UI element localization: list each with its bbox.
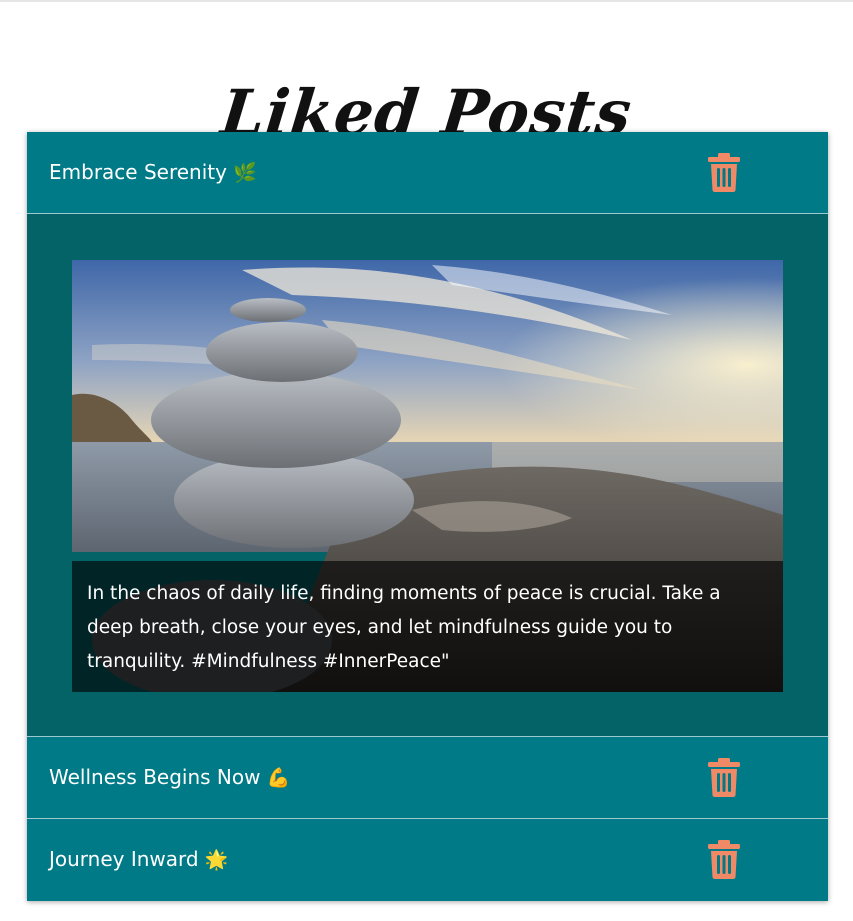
trash-icon [708,758,740,797]
glowing-star-emoji-icon: 🌟 [204,849,229,871]
post-caption: In the chaos of daily life, finding mome… [72,561,783,692]
trash-icon [708,153,740,192]
post-header-journey-inward[interactable]: Journey Inward 🌟 [27,819,828,901]
delete-post-button[interactable] [707,757,741,797]
post-title: Embrace Serenity 🌿 [49,132,257,214]
post-title-text: Embrace Serenity [49,160,227,184]
flexed-bicep-emoji-icon: 💪 [266,767,291,789]
post-title: Wellness Begins Now 💪 [49,737,290,819]
post-header-wellness-begins-now[interactable]: Wellness Begins Now 💪 [27,737,828,819]
trash-icon [708,840,740,879]
post-title-text: Journey Inward [49,847,199,871]
top-divider [0,0,853,2]
liked-posts-accordion: Embrace Serenity 🌿 In the chaos of daily… [27,132,828,901]
post-title-text: Wellness Begins Now [49,765,261,789]
post-image: In the chaos of daily life, finding mome… [72,260,783,692]
post-header-embrace-serenity[interactable]: Embrace Serenity 🌿 [27,132,828,214]
post-title: Journey Inward 🌟 [49,819,228,901]
herb-emoji-icon: 🌿 [232,162,257,184]
post-body-embrace-serenity: In the chaos of daily life, finding mome… [27,214,828,737]
delete-post-button[interactable] [707,839,741,879]
delete-post-button[interactable] [707,152,741,192]
